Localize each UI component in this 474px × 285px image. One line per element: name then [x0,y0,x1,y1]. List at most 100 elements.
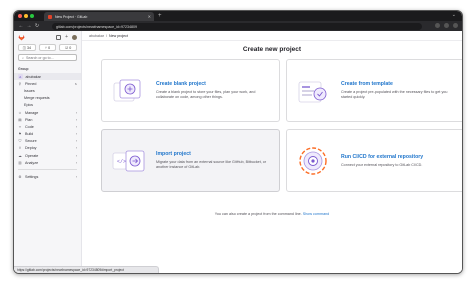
search-input[interactable]: ⌕ Search or go to... [18,54,77,61]
close-window-button[interactable] [18,14,22,18]
sidebar-item-label: Plan [25,117,33,122]
chevron-right-icon: › [75,139,77,144]
create-blank-project-card[interactable]: Create blank project Create a blank proj… [101,59,280,122]
back-icon[interactable]: ← [17,23,25,29]
card-description: Create a blank project to store your fil… [156,90,256,99]
chart-icon: ▥ [18,160,22,165]
issues-counter[interactable]: ◫ 34 [18,44,36,51]
page-title: Create new project [242,46,302,53]
command-line-note: You can also create a project from the c… [82,212,462,216]
chevron-right-icon: › [75,174,77,179]
sidebar-item-merge-requests[interactable]: Merge requests [14,95,81,102]
sidebar-item-operate[interactable]: ☁ Operate › [14,152,81,159]
rocket-icon: ⚑ [18,132,22,137]
browser-window: New Project · GitLab ✕ + ⌄ ← → ↻ gitlab.… [13,10,463,274]
card-title: Import project [156,151,191,157]
svg-text:</>: </> [117,159,126,165]
run-cicd-external-repo-card[interactable]: Run CI/CD for external repository Connec… [286,129,462,192]
cloud-icon: ☁ [18,153,22,158]
card-description: Create a project pre-populated with the … [341,90,448,99]
card-title: Create blank project [156,81,206,87]
sidebar-item-label: Pinned [25,81,37,86]
search-placeholder: Search or go to... [26,55,54,60]
merge-requests-counter[interactable]: ⑂ 0 [38,44,57,51]
cicd-illustration-icon [299,146,327,175]
code-icon: ‹› [18,124,22,129]
merge-requests-count: 0 [48,45,51,50]
plan-icon: ▤ [18,117,22,122]
todos-counter[interactable]: ☑ 0 [59,44,78,51]
shield-icon: ⛉ [18,139,22,144]
sidebar-item-code[interactable]: ‹› Code › [14,123,81,130]
issues-counter-icon: ◫ [22,45,27,50]
merge-request-icon: ⑂ [44,45,48,50]
sidebar-item-analyze[interactable]: ▥ Analyze › [14,159,81,166]
template-illustration-icon [298,81,327,102]
settings-icon: ⚙ [18,174,22,179]
card-title: Run CI/CD for external repository [341,153,424,160]
sidebar-item-build[interactable]: ⚑ Build › [14,131,81,138]
command-line-note-text: You can also create a project from the c… [214,212,302,216]
sidebar-item-label: Deploy [25,146,37,151]
tab-close-icon[interactable]: ✕ [148,14,151,19]
sidebar-item-pinned[interactable]: ⚲ Pinned ∧ [14,80,81,87]
sidebar-item-label: Settings [25,174,39,179]
card-description: Connect your external repository to GitL… [341,162,423,167]
collapse-sidebar-icon[interactable] [56,34,62,40]
bookmark-icon[interactable] [435,23,440,28]
sidebar-item-label: Secure [25,139,37,144]
sidebar-item-label: Epics [24,103,34,108]
sidebar-item-manage[interactable]: ☺ Manage › [14,109,81,116]
left-sidebar: + ◫ 34 ⑂ 0 ☑ 0 ⌕ Search or go to... Group A… [14,31,82,273]
breadcrumb-group[interactable]: abubakar [89,34,104,38]
new-tab-icon[interactable]: + [158,12,162,20]
gitlab-favicon-icon [48,14,52,19]
sidebar-context-label: Group [18,67,29,71]
show-command-link[interactable]: Show command [303,212,329,216]
breadcrumb-current: New project [109,33,128,38]
search-icon: ⌕ [22,55,25,60]
reload-icon[interactable]: ↻ [33,23,41,29]
breadcrumb-separator: / [106,33,107,38]
chevron-right-icon: › [75,124,77,129]
gitlab-logo-icon[interactable] [18,34,25,41]
sidebar-item-deploy[interactable]: ⇪ Deploy › [14,145,81,152]
sidebar-item-plan[interactable]: ▤ Plan › [14,116,81,123]
sidebar-item-settings[interactable]: ⚙ Settings › [14,173,81,180]
card-title: Create from template [341,81,393,87]
chevron-right-icon: › [75,117,77,122]
sidebar-item-label: Merge requests [24,96,50,101]
gitlab-app: + ◫ 34 ⑂ 0 ☑ 0 ⌕ Search or go to... Group A… [14,31,462,273]
create-from-template-card[interactable]: Create from template Create a project pr… [286,59,462,122]
breadcrumb: abubakar / New project [82,31,462,41]
profile-icon[interactable] [444,23,449,28]
browser-tab[interactable]: New Project · GitLab ✕ [44,12,154,21]
chevron-up-icon: ∧ [74,81,77,86]
sidebar-item-secure[interactable]: ⛉ Secure › [14,138,81,145]
user-avatar[interactable] [72,34,77,40]
address-bar[interactable]: gitlab.com/projects/new#namespace_id=972… [52,23,422,30]
project-options: Create blank project Create a blank proj… [101,59,462,192]
import-illustration-icon: </> [112,150,145,171]
todos-count: 0 [69,45,72,50]
sidebar-item-issues[interactable]: Issues [14,87,81,94]
sidebar-item-label: Manage [25,110,39,115]
chevron-right-icon: › [75,132,77,137]
sidebar-group-link[interactable]: A abubakar [14,73,81,81]
group-name: abubakar [25,74,41,79]
create-new-icon[interactable]: + [65,34,68,40]
chevron-right-icon: › [75,160,77,165]
blank-project-illustration-icon [113,79,141,101]
todo-icon: ☑ [65,45,69,50]
import-project-card[interactable]: </> Import project Migrate your data fro… [101,129,280,192]
sidebar-item-epics[interactable]: Epics [14,102,81,109]
tab-list-chevron-icon[interactable]: ⌄ [452,12,456,18]
sidebar-item-label: Build [25,132,34,137]
minimize-window-button[interactable] [24,14,28,18]
card-description: Migrate your data from an external sourc… [156,160,267,169]
pin-icon: ⚲ [18,81,22,86]
address-bar-url: gitlab.com/projects/new#namespace_id=972… [56,24,138,29]
maximize-window-button[interactable] [30,14,34,18]
forward-icon[interactable]: → [25,23,33,29]
menu-icon[interactable] [453,23,458,28]
